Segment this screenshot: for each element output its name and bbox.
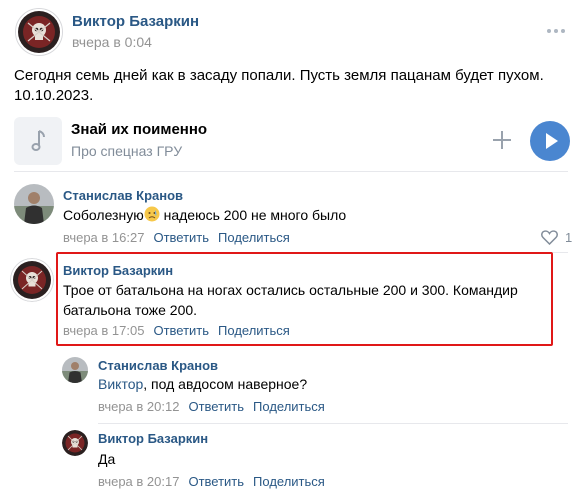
comment-text-part: Соболезную: [63, 207, 144, 223]
reply-time[interactable]: вчера в 20:12: [98, 399, 179, 414]
reply-link[interactable]: Ответить: [188, 474, 244, 489]
comment-text: Соболезную надеюсь 200 не много было: [63, 205, 346, 225]
more-options-icon[interactable]: [544, 24, 568, 38]
add-audio-button[interactable]: [490, 128, 514, 152]
like-count: 1: [565, 229, 573, 245]
audio-cover[interactable]: [14, 117, 62, 165]
reply-link[interactable]: Ответить: [153, 230, 209, 245]
reply-text: Виктор, под авдосом наверное?: [98, 374, 307, 394]
like-button[interactable]: 1: [541, 229, 572, 245]
reply-text-part: , под авдосом наверное?: [143, 376, 308, 392]
reply-author[interactable]: Станислав Кранов: [98, 358, 218, 373]
comment-time[interactable]: вчера в 16:27: [63, 230, 144, 245]
reply-author[interactable]: Виктор Базаркин: [98, 431, 208, 446]
reply-avatar[interactable]: [62, 357, 88, 383]
comment-text-part: надеюсь 200 не много было: [159, 207, 347, 223]
play-icon: [546, 133, 558, 149]
comment-avatar[interactable]: [14, 184, 54, 224]
divider: [14, 171, 568, 172]
post-timestamp[interactable]: вчера в 0:04: [72, 34, 152, 50]
post-author-avatar[interactable]: [15, 8, 63, 56]
post-text: Сегодня семь дней как в засаду попали. П…: [14, 66, 554, 106]
mention-link[interactable]: Виктор: [98, 376, 143, 392]
reply-time[interactable]: вчера в 20:17: [98, 474, 179, 489]
comment-author[interactable]: Станислав Кранов: [63, 188, 183, 203]
share-link[interactable]: Поделиться: [218, 230, 290, 245]
reply-meta: вчера в 20:12 Ответить Поделиться: [98, 399, 325, 414]
audio-title[interactable]: Знай их поименно: [71, 121, 207, 138]
audio-artist[interactable]: Про спецназ ГРУ: [71, 143, 182, 159]
reply-link[interactable]: Ответить: [188, 399, 244, 414]
post-author-name[interactable]: Виктор Базаркин: [72, 13, 199, 30]
plus-icon: [493, 131, 511, 149]
reply-text: Да: [98, 451, 116, 467]
share-link[interactable]: Поделиться: [253, 474, 325, 489]
sad-emoji-icon: [144, 206, 160, 222]
post-text-line: Сегодня семь дней как в засаду попали. П…: [14, 67, 544, 84]
comment-avatar[interactable]: [10, 258, 54, 302]
post-text-line: 10.10.2023.: [14, 87, 94, 104]
highlight-box: [56, 252, 553, 346]
music-note-icon: [31, 130, 45, 151]
share-link[interactable]: Поделиться: [253, 399, 325, 414]
divider: [98, 423, 568, 424]
reply-meta: вчера в 20:17 Ответить Поделиться: [98, 474, 325, 489]
reply-avatar[interactable]: [62, 430, 88, 456]
comment-meta: вчера в 16:27 Ответить Поделиться: [63, 230, 290, 245]
heart-icon: [541, 229, 558, 245]
play-button[interactable]: [530, 121, 570, 161]
